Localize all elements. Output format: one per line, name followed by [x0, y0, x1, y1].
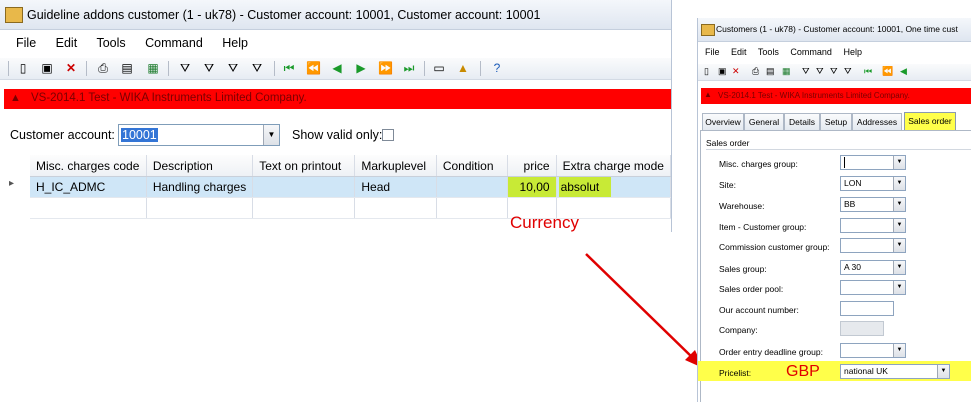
chevron-down-icon[interactable]: ▼ [893, 156, 905, 169]
chevron-down-icon[interactable]: ▼ [893, 281, 905, 294]
field-label-item-customer-group: Item - Customer group: [719, 222, 807, 232]
tab-overview[interactable]: Overview [702, 113, 744, 130]
chevron-down-icon[interactable]: ▼ [893, 177, 905, 190]
excel-icon[interactable]: ▦ [782, 66, 791, 77]
window-title-2: Customers (1 - uk78) - Customer account:… [716, 24, 958, 34]
first-record-icon[interactable]: ⏮ [864, 66, 872, 77]
customers-window: Customers (1 - uk78) - Customer account:… [697, 18, 971, 402]
company-input [840, 321, 884, 336]
save-icon[interactable]: ▣ [718, 66, 727, 77]
app-icon-2 [701, 24, 715, 36]
new-icon[interactable]: ▯ [704, 66, 709, 77]
tab-sales-order[interactable]: Sales order [904, 112, 956, 131]
commission-customer-group-combo[interactable]: ▼ [840, 238, 906, 253]
advanced-filter-icon[interactable]: ⛛ [830, 66, 838, 77]
print-preview-icon[interactable]: ▤ [766, 66, 775, 77]
menu-command-2[interactable]: Command [790, 47, 832, 57]
menu-edit-2[interactable]: Edit [731, 47, 747, 57]
menu-help-2[interactable]: Help [843, 47, 862, 57]
menu-tools-2[interactable]: Tools [758, 47, 779, 57]
field-label-company: Company: [719, 325, 758, 335]
tab-addresses[interactable]: Addresses [852, 113, 902, 130]
menu-bar-2: File Edit Tools Command Help [705, 47, 862, 57]
group-label: Sales order [706, 138, 750, 148]
remove-filter-icon[interactable]: ⛛ [844, 66, 852, 77]
tab-details[interactable]: Details [784, 113, 820, 130]
field-label-commission-customer-group: Commission customer group: [719, 242, 830, 252]
field-label-site: Site: [719, 180, 737, 190]
warehouse-combo[interactable]: BB ▼ [840, 197, 906, 212]
banner-text-2: VS-2014.1 Test - WIKA Instruments Limite… [718, 91, 910, 100]
chevron-down-icon[interactable]: ▼ [937, 365, 949, 378]
chevron-down-icon[interactable]: ▼ [893, 198, 905, 211]
field-label-sales-order-pool: Sales order pool: [719, 284, 784, 294]
filter-icon[interactable]: ⛛ [802, 66, 810, 77]
site-combo[interactable]: LON ▼ [840, 176, 906, 191]
chevron-down-icon[interactable]: ▼ [893, 261, 905, 274]
previous-page-icon[interactable]: ⏪ [882, 66, 893, 77]
title-bar-2: Customers (1 - uk78) - Customer account:… [698, 18, 971, 42]
field-label-sales-group: Sales group: [719, 264, 767, 274]
our-account-number-input[interactable] [840, 301, 894, 316]
company-banner-2: ▲ VS-2014.1 Test - WIKA Instruments Limi… [701, 88, 971, 104]
text-cursor [844, 157, 845, 168]
field-label-our-account-number: Our account number: [719, 305, 799, 315]
chevron-down-icon[interactable]: ▼ [893, 239, 905, 252]
chevron-down-icon[interactable]: ▼ [893, 219, 905, 232]
order-entry-deadline-group-combo[interactable]: ▼ [840, 343, 906, 358]
toolbar-2: ▯ ▣ ✕ ⎙ ▤ ▦ ⛛ ⛛ ⛛ ⛛ ⏮ ⏪ ◀ [698, 64, 971, 81]
tab-general[interactable]: General [744, 113, 784, 130]
field-label-misc-charges-group: Misc. charges group: [719, 159, 798, 169]
field-label-order-entry-deadline-group: Order entry deadline group: [719, 347, 823, 357]
chevron-down-icon[interactable]: ▼ [893, 344, 905, 357]
tab-setup[interactable]: Setup [820, 113, 852, 130]
delete-icon[interactable]: ✕ [732, 66, 740, 77]
gbp-annotation: GBP [786, 363, 820, 380]
filter-by-grid-icon[interactable]: ⛛ [816, 66, 824, 77]
previous-record-icon[interactable]: ◀ [900, 66, 907, 77]
misc-charges-group-combo[interactable]: ▼ [840, 155, 906, 170]
pricelist-combo[interactable]: national UK ▼ [840, 364, 950, 379]
sales-order-pool-combo[interactable]: ▼ [840, 280, 906, 295]
field-label-pricelist: Pricelist: [719, 368, 752, 378]
group-divider [706, 149, 971, 150]
company-icon: ▲ [704, 90, 712, 99]
menu-file-2[interactable]: File [705, 47, 720, 57]
sales-group-combo[interactable]: A 30 ▼ [840, 260, 906, 275]
print-icon[interactable]: ⎙ [752, 66, 759, 77]
field-label-warehouse: Warehouse: [719, 201, 765, 211]
item-customer-group-combo[interactable]: ▼ [840, 218, 906, 233]
